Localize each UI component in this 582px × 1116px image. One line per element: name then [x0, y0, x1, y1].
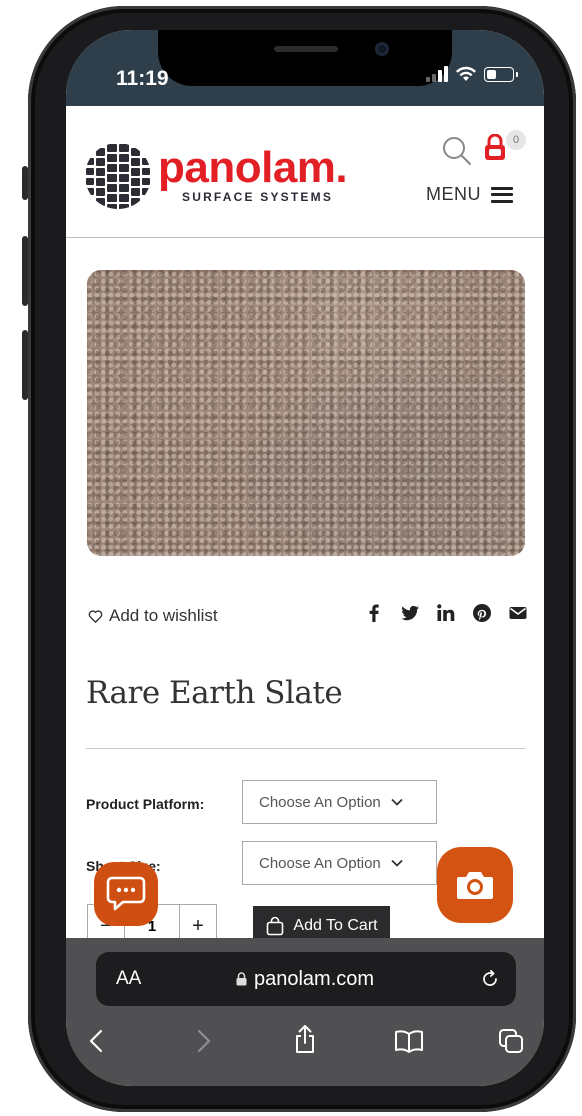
product-platform-select[interactable]: Choose An Option	[242, 780, 437, 824]
cart-bag-icon[interactable]	[482, 134, 508, 162]
camera-button[interactable]	[437, 847, 513, 923]
notch	[158, 30, 452, 86]
product-image[interactable]	[87, 270, 525, 556]
safari-toolbar: AA panolam.com	[66, 938, 544, 1086]
volume-up-button	[22, 236, 28, 306]
product-title: Rare Earth Slate	[86, 675, 343, 711]
shopping-bag-icon	[267, 916, 284, 936]
sheet-size-placeholder: Choose An Option	[259, 854, 381, 872]
add-to-cart-label: Add To Cart	[293, 917, 378, 934]
share-icon[interactable]	[292, 1024, 318, 1054]
logo-wordmark: panolam. SURFACE SYSTEMS	[158, 143, 348, 205]
forward-icon[interactable]	[190, 1028, 216, 1054]
chat-bubble-icon	[106, 876, 146, 911]
search-icon[interactable]	[442, 136, 472, 166]
tabs-icon[interactable]	[498, 1028, 524, 1054]
reader-text-size-button[interactable]: AA	[116, 968, 141, 990]
chevron-down-icon	[391, 859, 403, 867]
email-icon[interactable]	[508, 603, 528, 623]
product-platform-label: Product Platform:	[86, 796, 205, 812]
signal-icon	[426, 66, 448, 82]
chat-button[interactable]	[94, 862, 158, 926]
status-time: 11:19	[116, 67, 169, 90]
hamburger-icon	[491, 186, 513, 203]
battery-icon	[484, 66, 518, 82]
heart-icon	[88, 609, 103, 623]
quantity-increase-button[interactable]: +	[180, 915, 216, 938]
facebook-icon[interactable]	[364, 603, 384, 623]
camera-icon	[457, 872, 493, 899]
globe-logo-icon	[86, 144, 150, 209]
site-header: panolam. SURFACE SYSTEMS 0 MENU	[66, 106, 544, 238]
pinterest-icon[interactable]	[472, 603, 492, 623]
back-icon[interactable]	[84, 1028, 110, 1054]
url-display[interactable]: panolam.com	[236, 968, 374, 991]
linkedin-icon[interactable]	[436, 603, 456, 623]
panolam-logo[interactable]: panolam. SURFACE SYSTEMS	[82, 140, 348, 212]
sheet-size-select[interactable]: Choose An Option	[242, 841, 437, 885]
status-bar: 11:19	[66, 30, 544, 106]
volume-down-button	[22, 330, 28, 400]
title-divider	[86, 748, 526, 749]
brand-name: panolam.	[158, 143, 348, 192]
add-to-wishlist-link[interactable]: Add to wishlist	[88, 606, 218, 626]
share-buttons	[364, 603, 528, 623]
silent-switch	[22, 166, 28, 200]
lock-icon	[236, 972, 247, 986]
twitter-icon[interactable]	[400, 603, 420, 623]
front-camera	[375, 42, 389, 56]
status-icons	[426, 66, 518, 82]
product-platform-placeholder: Choose An Option	[259, 793, 381, 811]
cart-count-badge: 0	[506, 130, 526, 150]
brand-subtitle: SURFACE SYSTEMS	[182, 190, 334, 204]
wifi-icon	[456, 66, 476, 81]
wishlist-label: Add to wishlist	[109, 606, 218, 625]
bookmarks-icon[interactable]	[394, 1028, 424, 1054]
menu-button[interactable]: MENU	[426, 184, 513, 205]
address-bar[interactable]: AA panolam.com	[96, 952, 516, 1006]
url-text: panolam.com	[254, 967, 375, 990]
reload-icon[interactable]	[480, 969, 500, 989]
menu-label: MENU	[426, 184, 481, 204]
speaker-grille	[274, 46, 338, 52]
phone-screen: 11:19 panolam. SURFACE SYSTEMS 0 MENU Ad…	[66, 30, 544, 1086]
chevron-down-icon	[391, 798, 403, 806]
